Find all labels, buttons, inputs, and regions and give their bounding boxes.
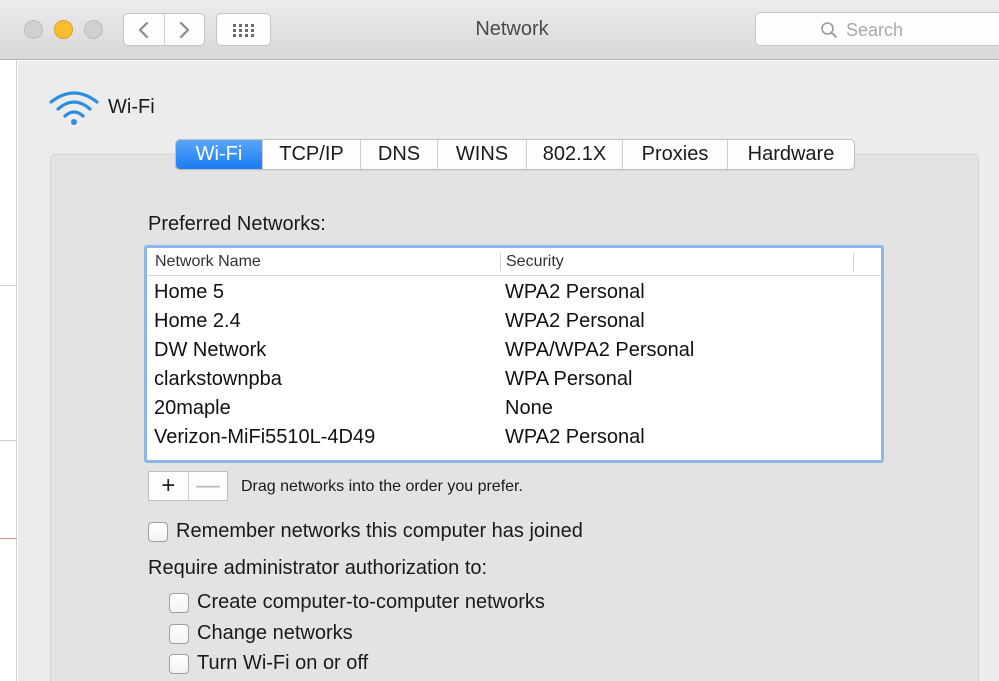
network-name-cell: Verizon-MiFi5510L-4D49 xyxy=(154,426,376,448)
wifi-icon xyxy=(49,91,99,125)
search-input[interactable] xyxy=(846,19,996,41)
remember-networks-option[interactable]: Remember networks this computer has join… xyxy=(148,520,583,543)
drag-hint-text: Drag networks into the order you prefer. xyxy=(241,478,523,495)
remember-networks-checkbox[interactable] xyxy=(148,521,168,542)
security-cell: WPA Personal xyxy=(505,368,633,390)
admin-change-networks-option[interactable]: Change networks xyxy=(169,622,353,645)
network-name-cell: 20maple xyxy=(154,397,231,419)
column-header-network-name[interactable]: Network Name xyxy=(155,253,261,271)
preferred-networks-label: Preferred Networks: xyxy=(148,213,326,235)
add-remove-control: + — xyxy=(148,471,228,501)
admin-toggle-wifi-option[interactable]: Turn Wi-Fi on or off xyxy=(169,652,368,675)
network-name-cell: Home 5 xyxy=(154,281,225,303)
change-networks-label: Change networks xyxy=(197,622,353,644)
window-title: Network xyxy=(475,18,549,40)
require-admin-label: Require administrator authorization to: xyxy=(148,557,488,579)
table-row[interactable]: Home 2.4 WPA2 Personal xyxy=(147,306,881,335)
tab-dns[interactable]: DNS xyxy=(360,140,437,169)
toggle-wifi-label: Turn Wi-Fi on or off xyxy=(197,652,369,674)
chevron-left-icon xyxy=(138,21,148,38)
column-separator[interactable] xyxy=(853,253,854,271)
security-cell: None xyxy=(505,397,553,419)
background-window-edge xyxy=(0,60,17,681)
security-cell: WPA2 Personal xyxy=(505,426,645,448)
tab-8021x[interactable]: 802.1X xyxy=(526,140,622,169)
back-forward-group xyxy=(123,13,205,46)
table-row[interactable]: DW Network WPA/WPA2 Personal xyxy=(147,335,881,364)
create-networks-checkbox[interactable] xyxy=(169,592,189,613)
security-cell: WPA2 Personal xyxy=(505,310,645,332)
tab-tcpip[interactable]: TCP/IP xyxy=(262,140,360,169)
pane-title: Wi-Fi xyxy=(108,96,155,118)
edge-divider xyxy=(0,440,17,441)
change-networks-checkbox[interactable] xyxy=(169,623,189,644)
column-separator[interactable] xyxy=(500,253,501,271)
tab-wins[interactable]: WINS xyxy=(437,140,526,169)
grid-icon xyxy=(232,23,254,37)
search-field[interactable] xyxy=(755,12,999,46)
title-bar: Network xyxy=(0,0,999,60)
remove-network-button[interactable]: — xyxy=(187,472,228,500)
network-name-cell: Home 2.4 xyxy=(154,310,241,332)
table-header: Network Name Security xyxy=(147,248,881,276)
chevron-right-icon xyxy=(180,21,190,38)
forward-button[interactable] xyxy=(163,14,205,45)
tab-hardware[interactable]: Hardware xyxy=(727,140,854,169)
remember-networks-label: Remember networks this computer has join… xyxy=(176,520,583,542)
add-network-button[interactable]: + xyxy=(149,472,188,500)
table-body: Home 5 WPA2 Personal Home 2.4 WPA2 Perso… xyxy=(147,277,881,451)
table-row[interactable]: 20maple None xyxy=(147,393,881,422)
edge-divider xyxy=(0,538,17,539)
tab-proxies[interactable]: Proxies xyxy=(622,140,727,169)
table-row[interactable]: Home 5 WPA2 Personal xyxy=(147,277,881,306)
back-button[interactable] xyxy=(124,14,164,45)
show-all-button[interactable] xyxy=(216,13,271,46)
preferred-networks-table[interactable]: Network Name Security Home 5 WPA2 Person… xyxy=(144,245,884,463)
close-button[interactable] xyxy=(24,20,43,39)
toggle-wifi-checkbox[interactable] xyxy=(169,653,189,674)
network-name-cell: DW Network xyxy=(154,339,267,361)
tab-bar: Wi-Fi TCP/IP DNS WINS 802.1X Proxies Har… xyxy=(175,139,855,170)
tab-wifi[interactable]: Wi-Fi xyxy=(176,140,262,169)
column-header-security[interactable]: Security xyxy=(506,253,564,271)
network-name-cell: clarkstownpba xyxy=(154,368,282,390)
table-row[interactable]: clarkstownpba WPA Personal xyxy=(147,364,881,393)
zoom-button[interactable] xyxy=(84,20,103,39)
table-row[interactable]: Verizon-MiFi5510L-4D49 WPA2 Personal xyxy=(147,422,881,451)
security-cell: WPA/WPA2 Personal xyxy=(505,339,695,361)
search-icon xyxy=(821,22,837,38)
security-cell: WPA2 Personal xyxy=(505,281,645,303)
minimize-button[interactable] xyxy=(54,20,73,39)
edge-divider xyxy=(0,285,17,286)
admin-create-networks-option[interactable]: Create computer-to-computer networks xyxy=(169,591,545,614)
create-networks-label: Create computer-to-computer networks xyxy=(197,591,545,613)
